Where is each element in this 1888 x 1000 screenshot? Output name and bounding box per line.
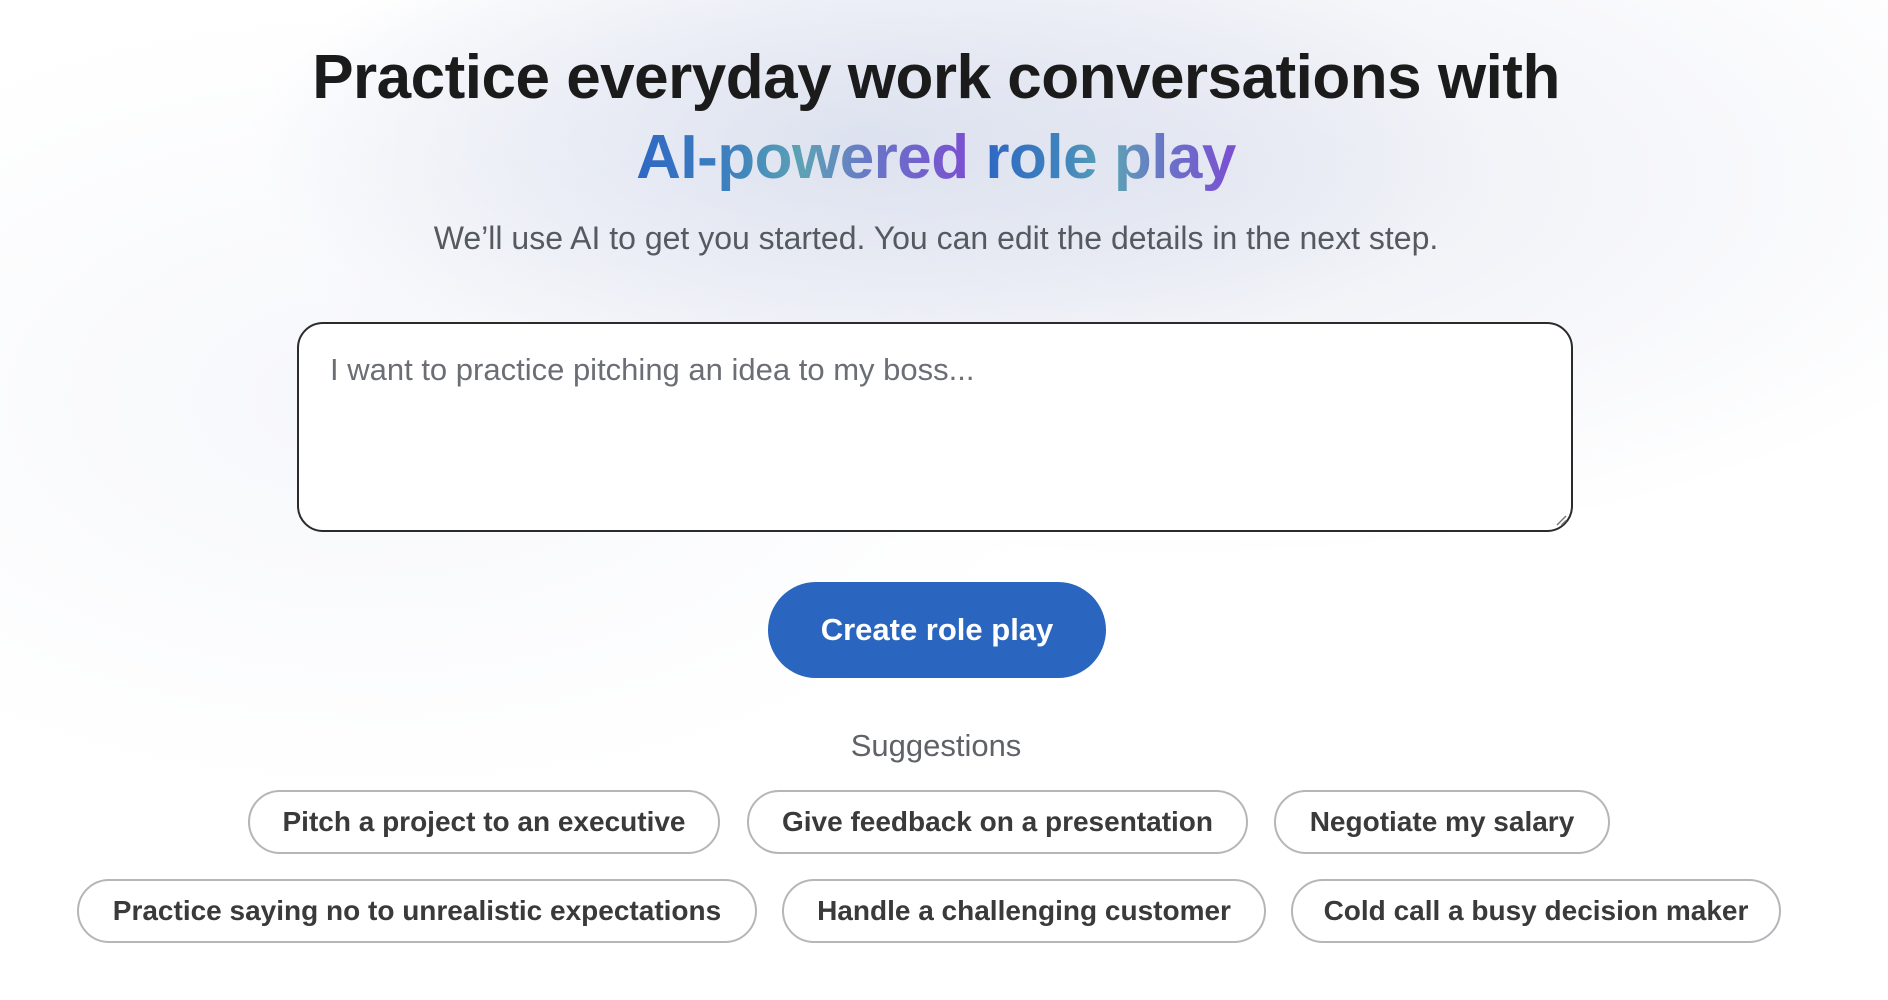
suggestion-chip-give-feedback[interactable]: Give feedback on a presentation [747,790,1248,854]
role-play-page: Practice everyday work conversations wit… [0,0,1888,1000]
title-highlight-ai-powered: AI-powered [636,123,969,192]
suggestion-chip-negotiate-salary[interactable]: Negotiate my salary [1274,790,1610,854]
suggestion-chip-saying-no[interactable]: Practice saying no to unrealistic expect… [77,879,757,943]
resize-handle-icon[interactable] [1555,514,1567,526]
role-play-prompt-input[interactable] [297,322,1573,532]
page-subtitle: We’ll use AI to get you started. You can… [433,220,1439,256]
suggestion-chip-pitch-project[interactable]: Pitch a project to an executive [248,790,720,854]
create-role-play-button[interactable]: Create role play [768,582,1106,678]
title-text: Practice everyday work conversations wit… [312,43,1560,112]
suggestion-chip-challenging-customer[interactable]: Handle a challenging customer [782,879,1266,943]
page-title-line-1: Practice everyday work conversations wit… [0,38,1872,118]
title-highlight-role-play: role play [985,123,1236,192]
suggestions-heading: Suggestions [850,728,1022,763]
page-title-line-2: AI-powered role play [0,118,1872,198]
suggestion-chip-cold-call[interactable]: Cold call a busy decision maker [1291,879,1781,943]
